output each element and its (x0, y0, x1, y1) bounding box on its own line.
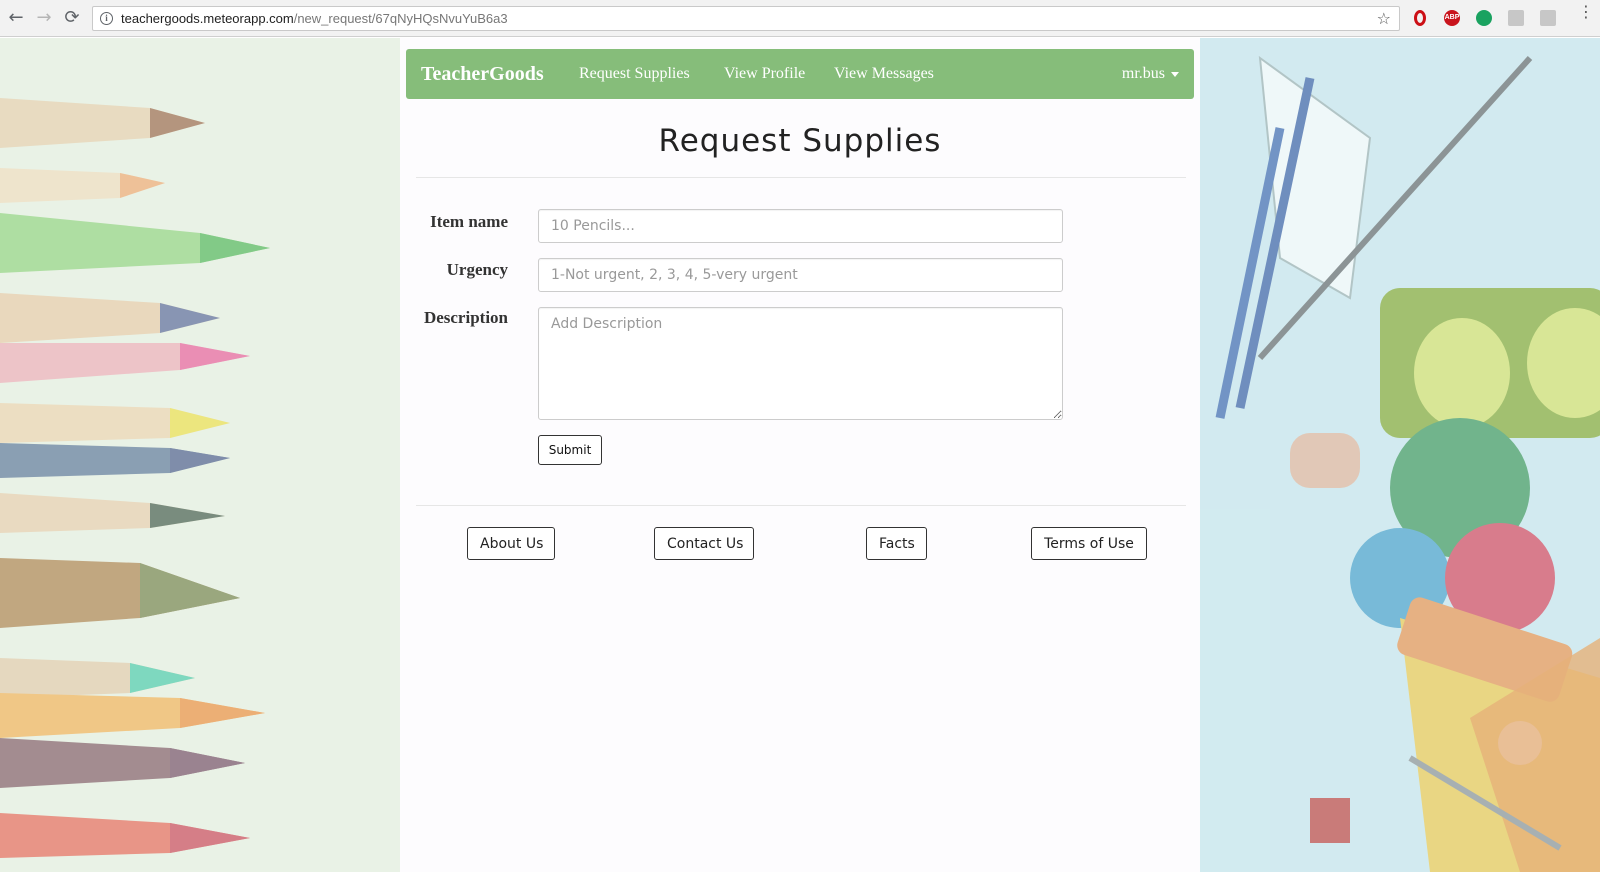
item-name-input[interactable] (538, 209, 1063, 243)
url-host: teachergoods.meteorapp.com (121, 11, 294, 26)
item-name-label: Item name (430, 212, 508, 231)
nav-view-messages[interactable]: View Messages (834, 65, 934, 83)
caret-down-icon (1171, 71, 1179, 77)
background-supplies-image (1200, 38, 1600, 872)
url-path: /new_request/67qNyHQsNvuYuB6a3 (293, 11, 508, 26)
user-dropdown[interactable]: mr.bus (1122, 65, 1179, 83)
browser-toolbar: ← → ⟳ i teachergoods.meteorapp.com/new_r… (0, 0, 1600, 37)
user-name: mr.bus (1121, 65, 1165, 82)
opera-icon[interactable] (1414, 10, 1426, 26)
browser-menu-icon[interactable]: ⋮ (1578, 4, 1594, 20)
description-textarea[interactable] (538, 307, 1063, 420)
urgency-input[interactable] (538, 258, 1063, 292)
nav-view-profile[interactable]: View Profile (724, 65, 805, 83)
contact-us-button[interactable]: Contact Us (654, 527, 754, 560)
urgency-label: Urgency (446, 260, 508, 279)
terms-of-use-button[interactable]: Terms of Use (1031, 527, 1147, 560)
url-text[interactable]: teachergoods.meteorapp.com/new_request/6… (121, 11, 508, 26)
background-pencils-image (0, 38, 400, 872)
info-icon[interactable]: i (100, 12, 113, 25)
supplies-illustration (1200, 38, 1600, 872)
pencils-illustration (0, 98, 270, 858)
main-panel: TeacherGoods Request Supplies View Profi… (400, 38, 1200, 872)
brand-logo[interactable]: TeacherGoods (421, 63, 544, 86)
green-extension-icon[interactable] (1476, 10, 1492, 26)
grey-extension-icon[interactable] (1540, 10, 1556, 26)
divider (416, 505, 1186, 506)
bookmark-star-icon[interactable]: ☆ (1377, 9, 1391, 28)
page-title: Request Supplies (658, 123, 942, 159)
nav-request-supplies[interactable]: Request Supplies (579, 65, 690, 83)
abp-label: ABP (1444, 14, 1460, 21)
address-bar[interactable]: i teachergoods.meteorapp.com/new_request… (92, 6, 1400, 31)
facts-button[interactable]: Facts (866, 527, 927, 560)
pdf-extension-icon[interactable] (1508, 10, 1524, 26)
adblock-plus-icon[interactable]: ABP (1444, 10, 1460, 26)
top-navbar: TeacherGoods Request Supplies View Profi… (406, 49, 1194, 99)
back-arrow-icon[interactable]: ← (6, 8, 26, 28)
about-us-button[interactable]: About Us (467, 527, 555, 560)
description-label: Description (423, 308, 508, 327)
submit-button[interactable]: Submit (538, 435, 602, 465)
divider (416, 177, 1186, 178)
reload-icon[interactable]: ⟳ (62, 8, 82, 28)
forward-arrow-icon[interactable]: → (34, 8, 54, 28)
